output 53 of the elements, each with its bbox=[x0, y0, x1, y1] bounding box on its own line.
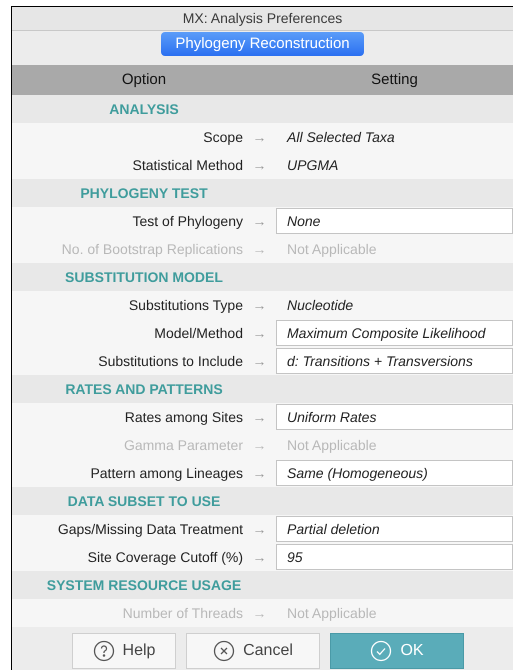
setting-value: Nucleotide bbox=[286, 296, 354, 314]
cancel-button[interactable]: Cancel bbox=[186, 633, 320, 669]
arrow-glyph: → bbox=[252, 408, 268, 426]
arrow-glyph: → bbox=[252, 212, 268, 230]
column-header: Option bbox=[120, 70, 168, 90]
setting-field[interactable]: Maximum Composite Likelihood bbox=[276, 320, 513, 346]
question-icon bbox=[92, 640, 115, 662]
setting-field[interactable]: Same (Homogeneous) bbox=[276, 460, 513, 486]
arrow-glyph: → bbox=[252, 128, 268, 146]
setting-field[interactable]: Uniform Rates bbox=[276, 404, 513, 430]
option-label: Site Coverage Cutoff (%) bbox=[86, 548, 243, 567]
option-label: Rates among Sites bbox=[124, 408, 243, 427]
option-label: Pattern among Lineages bbox=[89, 464, 243, 483]
option-label: Scope bbox=[202, 128, 243, 147]
setting-value: All Selected Taxa bbox=[286, 128, 396, 146]
arrow-glyph: → bbox=[252, 436, 268, 454]
setting-value: Not Applicable bbox=[286, 240, 378, 259]
arrow-glyph: → bbox=[252, 296, 268, 314]
column-header: Setting bbox=[370, 70, 419, 90]
arrow-glyph: → bbox=[252, 604, 268, 622]
arrow-glyph: → bbox=[252, 240, 268, 258]
section-heading: ANALYSIS bbox=[108, 100, 180, 118]
option-label: No. of Bootstrap Replications bbox=[60, 240, 243, 259]
section-heading: SYSTEM RESOURCE USAGE bbox=[46, 576, 242, 594]
arrow-glyph: → bbox=[252, 352, 268, 370]
option-label: Gaps/Missing Data Treatment bbox=[56, 520, 243, 539]
section-heading: RATES AND PATTERNS bbox=[64, 380, 224, 398]
option-label: Substitutions to Include bbox=[97, 352, 243, 370]
option-label: Statistical Method bbox=[132, 156, 243, 174]
arrow-glyph: → bbox=[252, 156, 268, 174]
checkmark-icon bbox=[370, 640, 392, 662]
section-heading: SUBSTITUTION MODEL bbox=[64, 268, 224, 286]
help-button[interactable]: Help bbox=[72, 633, 176, 669]
setting-field[interactable]: 95 bbox=[276, 544, 513, 570]
arrow-glyph: → bbox=[252, 520, 268, 538]
setting-field[interactable]: Partial deletion bbox=[276, 516, 513, 542]
section-heading: DATA SUBSET TO USE bbox=[66, 492, 222, 510]
close-icon bbox=[213, 640, 236, 662]
option-label: Number of Threads bbox=[122, 604, 243, 622]
section-heading: PHYLOGENY TEST bbox=[79, 184, 209, 202]
window-title: MX: Analysis Preferences bbox=[182, 9, 342, 28]
arrow-glyph: → bbox=[252, 548, 268, 566]
setting-value: Not Applicable bbox=[286, 436, 378, 455]
arrow-glyph: → bbox=[252, 464, 268, 482]
setting-value: UPGMA bbox=[286, 156, 340, 174]
option-label: Test of Phylogeny bbox=[131, 212, 243, 231]
option-label: Gamma Parameter bbox=[122, 436, 243, 454]
setting-field[interactable]: None bbox=[276, 208, 513, 234]
arrow-glyph: → bbox=[252, 324, 268, 342]
setting-value: Not Applicable bbox=[286, 604, 378, 623]
setting-field[interactable]: d: Transitions + Transversions bbox=[276, 348, 513, 374]
option-label: Substitutions Type bbox=[128, 296, 243, 315]
option-label: Model/Method bbox=[153, 324, 243, 342]
